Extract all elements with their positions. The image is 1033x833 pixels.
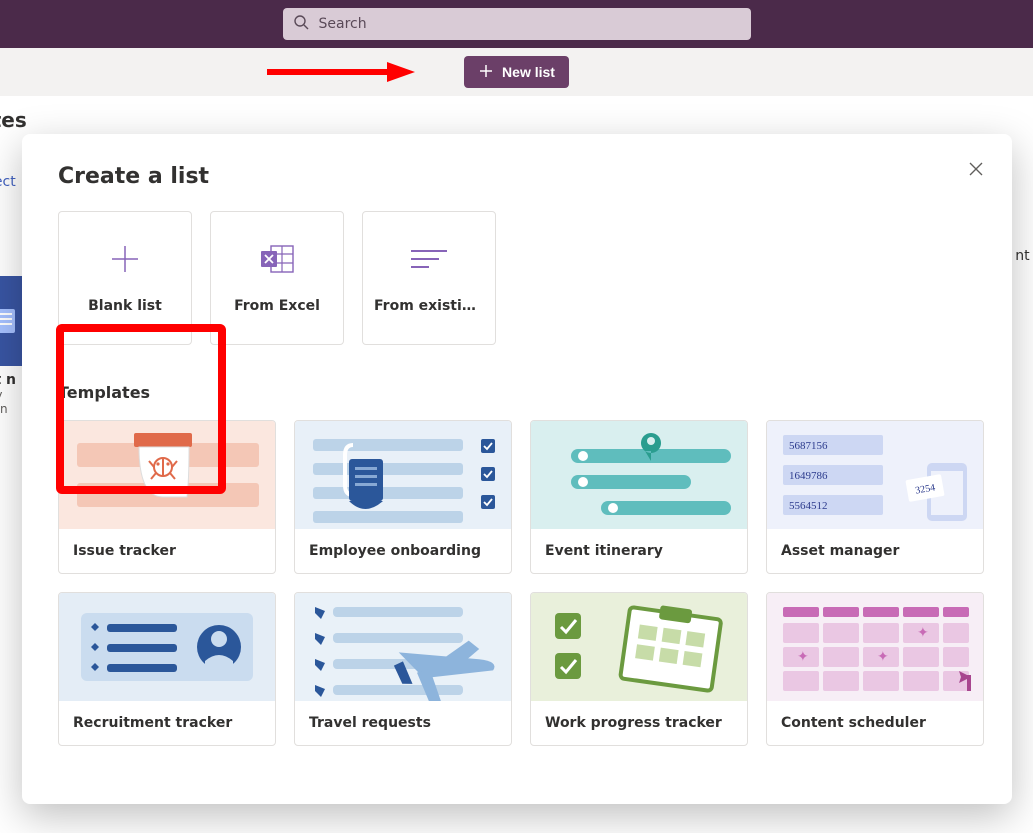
template-recruitment-tracker[interactable]: Recruitment tracker (58, 592, 276, 746)
template-asset-manager[interactable]: 5687156 1649786 5564512 3254 Asset manag… (766, 420, 984, 574)
svg-text:5564512: 5564512 (789, 500, 828, 512)
templates-heading: Templates (58, 383, 976, 402)
template-content-scheduler[interactable]: ✦ ✦ ✦ Content scheduler (766, 592, 984, 746)
tile-label: From Excel (222, 298, 332, 314)
svg-text:✦: ✦ (797, 649, 809, 665)
content-art: ✦ ✦ ✦ (767, 593, 984, 701)
template-label: Asset manager (767, 529, 983, 573)
event-art (531, 421, 748, 529)
blank-list-tile[interactable]: Blank list (58, 211, 192, 345)
list-lines-icon (409, 242, 449, 276)
onboarding-art (295, 421, 512, 529)
template-work-progress-tracker[interactable]: Work progress tracker (530, 592, 748, 746)
template-label: Travel requests (295, 701, 511, 745)
svg-text:✦: ✦ (917, 625, 929, 641)
close-button[interactable] (960, 154, 992, 186)
svg-text:1649786: 1649786 (789, 470, 828, 482)
template-employee-onboarding[interactable]: Employee onboarding (294, 420, 512, 574)
travel-art (295, 593, 512, 701)
search-icon (293, 14, 309, 34)
template-label: Employee onboarding (295, 529, 511, 573)
tile-label: Blank list (70, 298, 180, 314)
template-label: Event itinerary (531, 529, 747, 573)
template-issue-tracker[interactable]: Issue tracker (58, 420, 276, 574)
global-search-box[interactable]: Search (283, 8, 751, 40)
from-existing-tile[interactable]: From existing … (362, 211, 496, 345)
plus-icon (108, 242, 142, 276)
command-bar: New list (0, 48, 1033, 96)
issue-tracker-art (59, 421, 276, 529)
template-label: Recruitment tracker (59, 701, 275, 745)
new-list-label: New list (502, 64, 555, 80)
template-event-itinerary[interactable]: Event itinerary (530, 420, 748, 574)
svg-text:✦: ✦ (877, 649, 889, 665)
svg-text:5687156: 5687156 (789, 440, 828, 452)
right-fragment: nt l (1015, 248, 1033, 264)
template-label: Work progress tracker (531, 701, 747, 745)
modal-title: Create a list (58, 164, 976, 189)
new-list-button[interactable]: New list (464, 56, 569, 88)
select-link-fragment: lect (0, 174, 16, 190)
template-label: Issue tracker (59, 529, 275, 573)
recruit-art (59, 593, 276, 701)
close-icon (969, 161, 983, 180)
search-placeholder: Search (319, 16, 367, 32)
top-bar: Search (0, 0, 1033, 48)
work-art (531, 593, 748, 701)
template-travel-requests[interactable]: Travel requests (294, 592, 512, 746)
excel-icon (259, 242, 295, 276)
from-excel-tile[interactable]: From Excel (210, 211, 344, 345)
annotation-arrow (265, 58, 415, 86)
plus-icon (478, 63, 494, 82)
favorites-heading-fragment: rites (0, 108, 27, 132)
create-list-modal: Create a list Blank list (22, 134, 1012, 804)
asset-art: 5687156 1649786 5564512 3254 (767, 421, 984, 529)
tile-label: From existing … (374, 298, 484, 314)
template-label: Content scheduler (767, 701, 983, 745)
